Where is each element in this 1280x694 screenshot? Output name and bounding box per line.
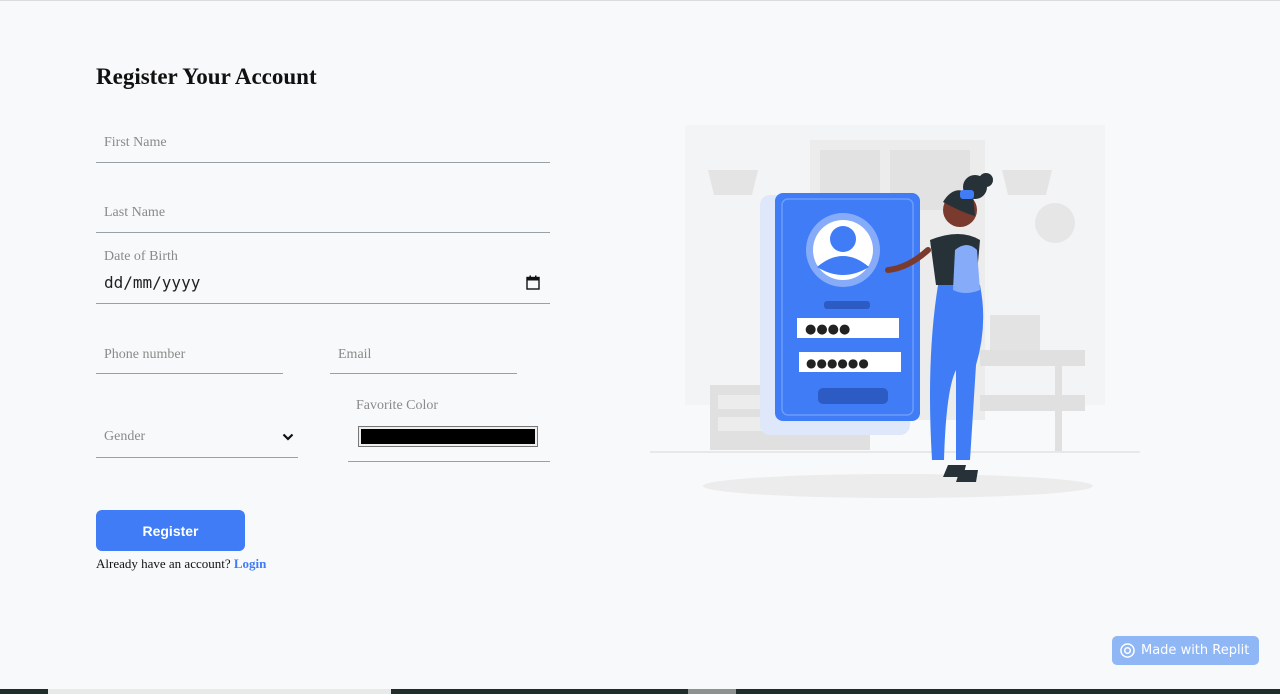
login-prompt: Already have an account? Login — [96, 556, 266, 572]
taskbar-segment — [48, 689, 391, 694]
date-of-birth-label: Date of Birth — [104, 249, 178, 264]
color-swatch-fill — [361, 429, 535, 444]
page-title: Register Your Account — [96, 64, 317, 89]
last-name-input[interactable] — [96, 198, 550, 228]
chevron-down-icon — [282, 433, 294, 441]
phone-number-field[interactable] — [96, 340, 283, 374]
taskbar-strip — [0, 689, 1280, 694]
login-prompt-text: Already have an account? — [96, 556, 231, 571]
favorite-color-field[interactable]: Favorite Color — [348, 396, 550, 462]
last-name-field[interactable] — [96, 198, 550, 233]
registration-illustration: ●●●● ●●●●●● — [650, 125, 1140, 498]
gender-select[interactable]: Gender — [96, 420, 298, 458]
made-with-replit-badge[interactable]: Made with Replit — [1112, 636, 1259, 665]
replit-logo-icon — [1120, 643, 1135, 658]
register-button[interactable]: Register — [96, 510, 245, 551]
first-name-input[interactable] — [96, 128, 550, 158]
svg-text:●●●●: ●●●● — [805, 322, 850, 337]
date-of-birth-value: dd/mm/yyyy — [104, 273, 201, 292]
svg-text:●●●●●●: ●●●●●● — [806, 356, 869, 370]
login-link[interactable]: Login — [234, 556, 267, 571]
made-with-replit-label: Made with Replit — [1141, 643, 1250, 658]
first-name-field[interactable] — [96, 128, 550, 163]
calendar-icon[interactable] — [526, 275, 540, 290]
phone-number-input[interactable] — [96, 340, 283, 369]
date-of-birth-field[interactable]: Date of Birth dd/mm/yyyy — [96, 248, 550, 304]
favorite-color-label: Favorite Color — [356, 398, 439, 413]
favorite-color-picker[interactable] — [358, 426, 538, 447]
taskbar-segment — [688, 689, 736, 694]
date-of-birth-input[interactable]: dd/mm/yyyy — [104, 273, 540, 295]
gender-selected-value: Gender — [104, 429, 146, 444]
top-divider — [0, 0, 1280, 1]
email-input[interactable] — [330, 340, 517, 369]
email-field[interactable] — [330, 340, 517, 374]
